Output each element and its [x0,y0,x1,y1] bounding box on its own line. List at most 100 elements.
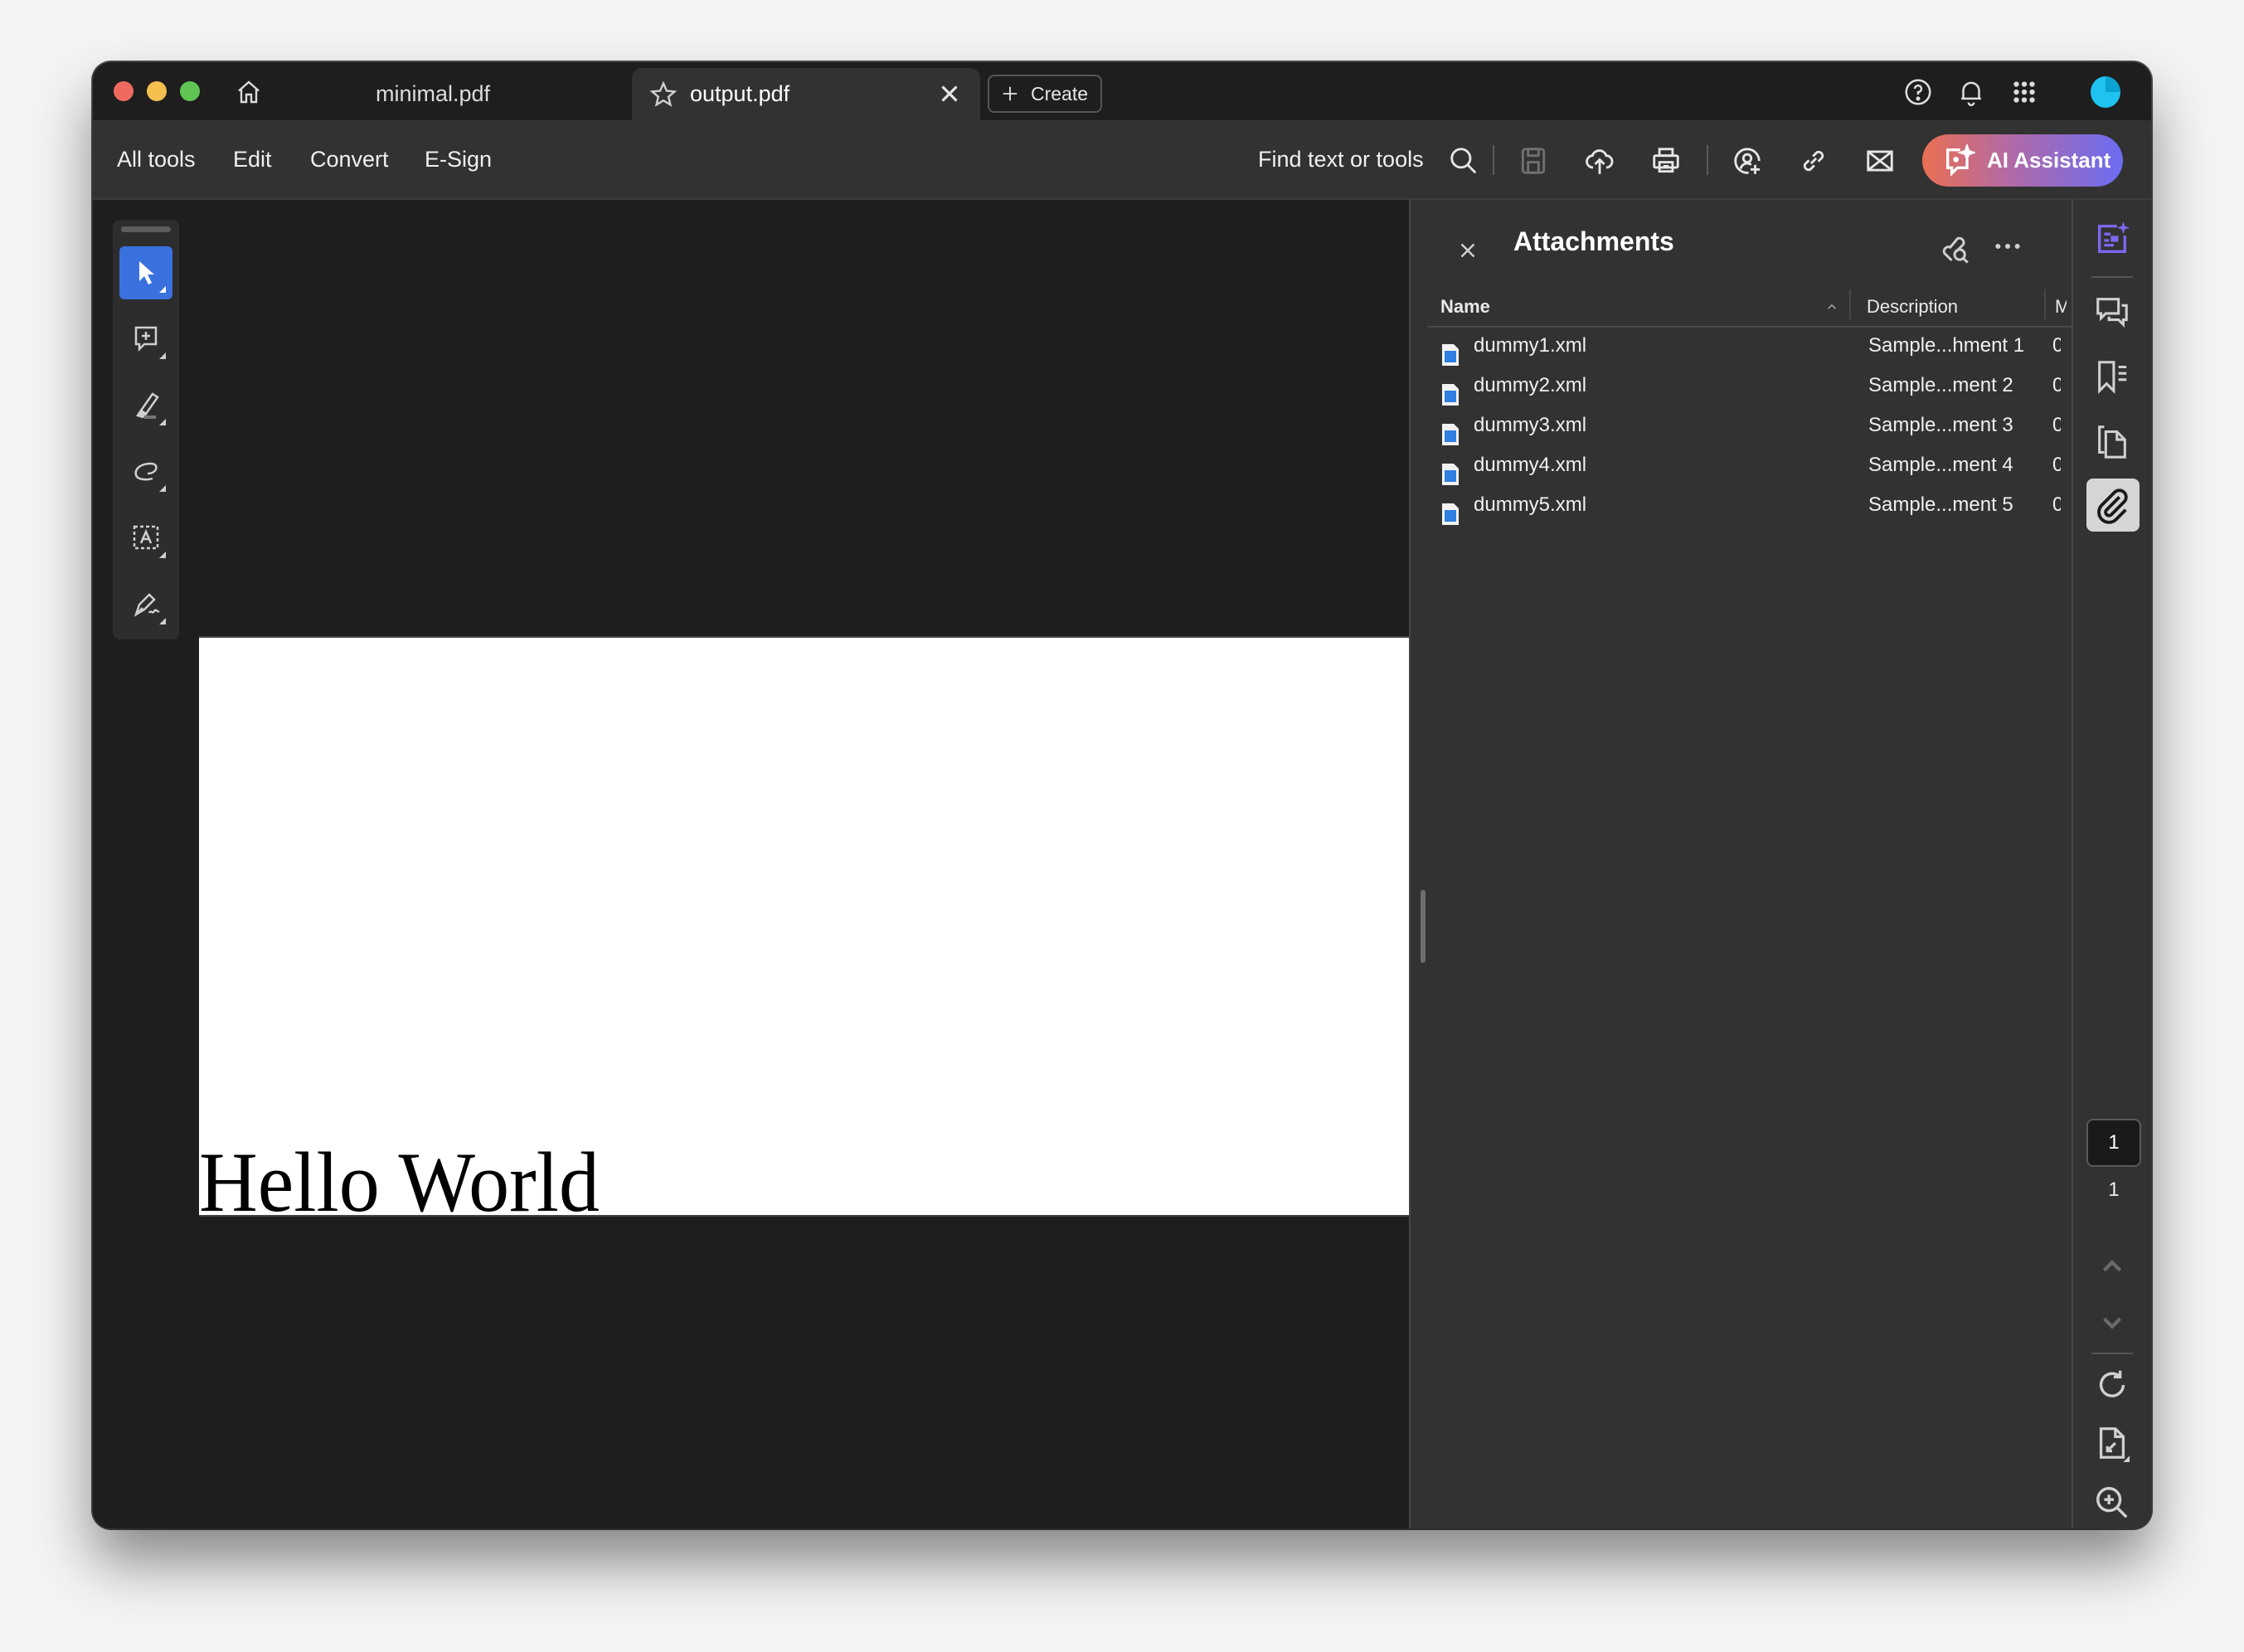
add-comment-tool-button[interactable] [119,313,172,366]
mail-icon[interactable] [1864,145,1896,177]
star-icon[interactable] [648,80,678,109]
attachment-name: dummy2.xml [1474,374,1587,396]
plus-icon [1003,86,1018,101]
fit-page-icon[interactable] [2093,1424,2131,1462]
column-header-modified[interactable]: M [2055,296,2067,318]
help-icon[interactable] [1902,76,1934,108]
xml-file-icon [1442,344,1459,366]
avatar[interactable] [2091,76,2120,108]
tab-minimal-pdf[interactable]: minimal.pdf [250,68,615,120]
attachment-description: Sample...ment 5 [1868,493,2013,516]
text-box-icon [133,525,166,558]
more-options-icon[interactable] [1991,230,2024,263]
attachment-modified: 0 [2052,454,2061,476]
panel-resize-handle[interactable] [1421,890,1426,963]
attachments-panel: Attachments Name Description M dummy1.xm… [1409,200,2073,1528]
paperclip-icon [2097,488,2128,524]
attachment-row[interactable]: dummy3.xml Sample...ment 3 0 [1427,414,2073,454]
lasso-draw-icon [134,462,166,492]
print-icon[interactable] [1650,145,1682,177]
select-tool-button[interactable] [119,246,172,299]
zoom-in-icon[interactable] [2093,1484,2131,1522]
column-header-name[interactable]: Name [1440,296,1490,318]
attachment-name: dummy1.xml [1474,334,1587,357]
attachment-modified: 0 [2052,374,2061,396]
minimize-window-button[interactable] [147,81,167,101]
column-divider[interactable] [2044,289,2046,319]
right-rail: 1 1 [2072,200,2151,1528]
search-icon[interactable] [1448,145,1479,177]
attachment-modified: 0 [2052,493,2061,516]
xml-file-icon [1442,424,1459,445]
quick-tools-rail [113,220,179,639]
ai-assistant-icon [1946,143,1975,177]
sign-tool-button[interactable] [119,578,172,631]
ai-summary-icon[interactable] [2093,220,2131,258]
rail-separator [2091,276,2133,278]
text-select-tool-button[interactable] [119,512,172,565]
attachment-modified: 0 [2052,414,2061,436]
pen-sign-icon [134,593,166,624]
attachment-description: Sample...ment 2 [1868,374,2013,396]
column-header-description[interactable]: Description [1867,296,1958,318]
find-text-or-tools[interactable]: Find text or tools [1258,120,1424,198]
pdf-text: Hello World [199,1135,600,1217]
close-tab-icon[interactable] [935,80,964,108]
xml-file-icon [1442,464,1459,485]
attachment-row[interactable]: dummy1.xml Sample...hment 1 0 [1427,334,2073,374]
app-window: minimal.pdf output.pdf Create All tools … [93,62,2151,1528]
save-icon[interactable] [1518,145,1549,177]
attachment-row[interactable]: dummy2.xml Sample...ment 2 0 [1427,374,2073,414]
attachment-row[interactable]: dummy4.xml Sample...ment 4 0 [1427,454,2073,493]
toolbar-separator [1493,145,1494,175]
attachment-name: dummy4.xml [1474,454,1587,476]
search-attachments-icon[interactable] [1937,231,1972,266]
menu-convert[interactable]: Convert [310,120,389,198]
bookmarks-icon[interactable] [2093,357,2131,396]
attachments-tab-active[interactable] [2086,479,2140,532]
main-toolbar: All tools Edit Convert E-Sign Find text … [93,120,2151,200]
bell-icon[interactable] [1955,76,1987,108]
close-window-button[interactable] [114,81,134,101]
current-page-input[interactable]: 1 [2086,1119,2141,1167]
tab-output-pdf[interactable]: output.pdf [632,68,980,120]
attachment-row[interactable]: dummy5.xml Sample...ment 5 0 [1427,493,2073,533]
menu-e-sign[interactable]: E-Sign [425,120,492,198]
apps-grid-icon[interactable] [2008,76,2040,108]
rotate-icon[interactable] [2093,1366,2131,1404]
pointer-icon [139,261,166,293]
create-button[interactable]: Create [988,75,1102,113]
maximize-window-button[interactable] [180,81,200,101]
menu-edit[interactable]: Edit [233,120,272,198]
pdf-page[interactable]: Hello World [199,636,1409,1217]
create-label: Create [1031,82,1089,104]
previous-page-icon[interactable] [2093,1246,2131,1285]
xml-file-icon [1442,503,1459,525]
attachment-modified: 0 [2052,334,2061,357]
column-divider[interactable] [1849,289,1851,319]
attachment-description: Sample...hment 1 [1868,334,2025,357]
menu-all-tools[interactable]: All tools [117,120,196,198]
attachment-name: dummy5.xml [1474,493,1587,516]
rail-drag-handle[interactable] [121,226,171,232]
attachment-description: Sample...ment 4 [1868,454,2013,476]
cloud-upload-icon[interactable] [1584,145,1615,177]
ai-assistant-label: AI Assistant [1987,148,2111,172]
attachment-name: dummy3.xml [1474,414,1587,436]
document-viewport[interactable]: Hello World [93,200,1409,1528]
link-icon[interactable] [1798,145,1829,177]
sort-ascending-icon[interactable] [1824,299,1839,314]
highlight-tool-button[interactable] [119,379,172,432]
share-user-icon[interactable] [1732,145,1763,177]
draw-tool-button[interactable] [119,445,172,498]
comment-add-icon [134,326,166,359]
close-panel-icon[interactable] [1455,238,1480,263]
xml-file-icon [1442,384,1459,406]
next-page-icon[interactable] [2093,1303,2131,1341]
tab-label: output.pdf [690,81,790,106]
highlighter-icon [136,392,166,425]
comments-icon[interactable] [2093,293,2131,331]
page-thumbnails-icon[interactable] [2093,422,2131,460]
ai-assistant-button[interactable]: AI Assistant [1922,134,2123,187]
title-bar: minimal.pdf output.pdf Create [93,62,2151,120]
